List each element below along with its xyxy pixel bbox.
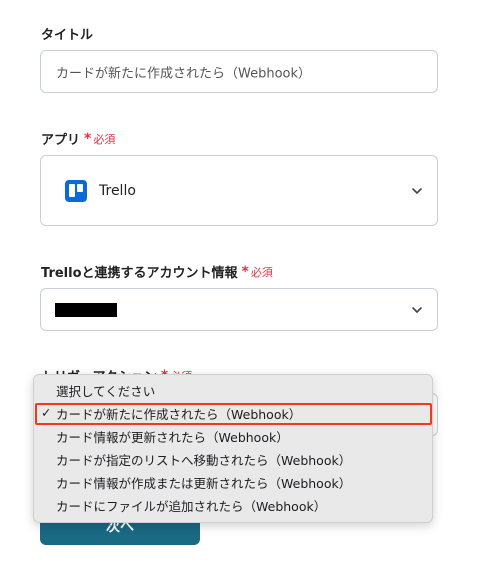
chevron-down-icon <box>412 187 422 194</box>
app-select-value: Trello <box>99 182 136 199</box>
dropdown-option[interactable]: カード情報が更新されたら（Webhook） <box>56 428 289 448</box>
dropdown-option-selected[interactable]: カードが新たに作成されたら（Webhook） <box>56 405 301 425</box>
title-label: タイトル <box>41 28 94 43</box>
title-input[interactable]: カードが新たに作成されたら（Webhook） <box>40 50 438 93</box>
chevron-down-icon <box>412 306 422 313</box>
account-label: Trelloと連携するアカウント情報 * 必須 <box>41 263 273 282</box>
required-marker: *必須 <box>241 263 273 280</box>
dropdown-option[interactable]: カードにファイルが追加されたら（Webhook） <box>56 497 326 517</box>
trigger-dropdown-menu: 選択してください ✓ カードが新たに作成されたら（Webhook） カード情報が… <box>33 374 433 523</box>
dropdown-option[interactable]: 選択してください <box>56 382 155 402</box>
checkmark-icon: ✓ <box>41 405 52 420</box>
dropdown-option[interactable]: カードが指定のリストへ移動されたら（Webhook） <box>56 451 351 471</box>
account-select[interactable] <box>40 288 438 331</box>
title-input-value: カードが新たに作成されたら（Webhook） <box>56 66 312 81</box>
required-marker: *必須 <box>84 130 116 147</box>
app-select[interactable]: Trello <box>40 155 438 226</box>
app-label: アプリ * 必須 <box>41 130 116 149</box>
dropdown-option[interactable]: カード情報が作成または更新されたら（Webhook） <box>56 474 351 494</box>
redacted-account-name <box>55 302 117 317</box>
trello-logo-icon <box>65 179 87 202</box>
